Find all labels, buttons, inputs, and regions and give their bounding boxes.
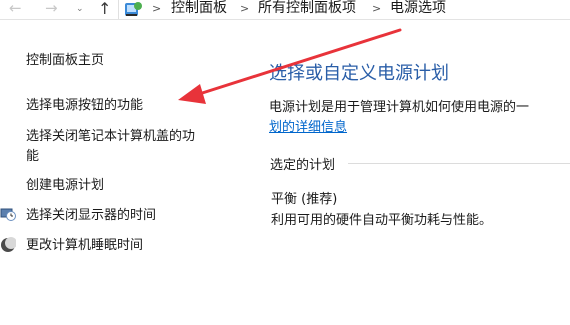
sidebar-item-lid-close-line2[interactable]: 能	[26, 147, 39, 167]
plan-name-balanced[interactable]: 平衡 (推荐)	[271, 188, 337, 207]
address-bar: ← → ⌄ ↑ > 控制面板 > 所有控制面板项 > 电源选项	[0, 0, 570, 20]
toolbar-divider	[118, 0, 119, 19]
sidebar-item-lid-close-line1[interactable]: 选择关闭笔记本计算机盖的功	[26, 127, 195, 147]
recent-locations-chevron-icon[interactable]: ⌄	[76, 1, 84, 18]
breadcrumb-control-panel[interactable]: 控制面板	[171, 0, 227, 17]
moon-icon	[1, 237, 16, 252]
back-arrow-icon[interactable]: ←	[9, 0, 22, 17]
sidebar-item-sleep-time[interactable]: 更改计算机睡眠时间	[26, 236, 143, 256]
section-divider	[348, 163, 570, 164]
sidebar-item-display-off[interactable]: 选择关闭显示器的时间	[26, 206, 156, 226]
power-plan-details-link[interactable]: 划的详细信息	[269, 116, 347, 135]
breadcrumb-power-options[interactable]: 电源选项	[390, 0, 446, 17]
monitor-clock-icon	[0, 208, 16, 221]
up-arrow-icon[interactable]: ↑	[98, 0, 111, 17]
plan-description: 利用可用的硬件自动平衡功耗与性能。	[271, 213, 493, 228]
selected-plan-heading: 选定的计划	[270, 158, 336, 173]
breadcrumb-all-items[interactable]: 所有控制面板项	[258, 0, 356, 17]
sidebar-item-create-plan[interactable]: 创建电源计划	[26, 176, 104, 196]
forward-arrow-icon[interactable]: →	[45, 0, 58, 17]
breadcrumb-separator[interactable]: >	[152, 0, 161, 18]
sidebar-control-panel-home[interactable]: 控制面板主页	[26, 51, 104, 71]
page-description: 电源计划是用于管理计算机如何使用电源的一	[269, 100, 530, 115]
control-panel-icon	[125, 2, 142, 16]
breadcrumb-separator[interactable]: >	[240, 0, 249, 18]
page-title: 选择或自定义电源计划	[269, 63, 449, 84]
breadcrumb-separator[interactable]: >	[372, 0, 381, 18]
sidebar-item-power-button[interactable]: 选择电源按钮的功能	[26, 96, 143, 116]
